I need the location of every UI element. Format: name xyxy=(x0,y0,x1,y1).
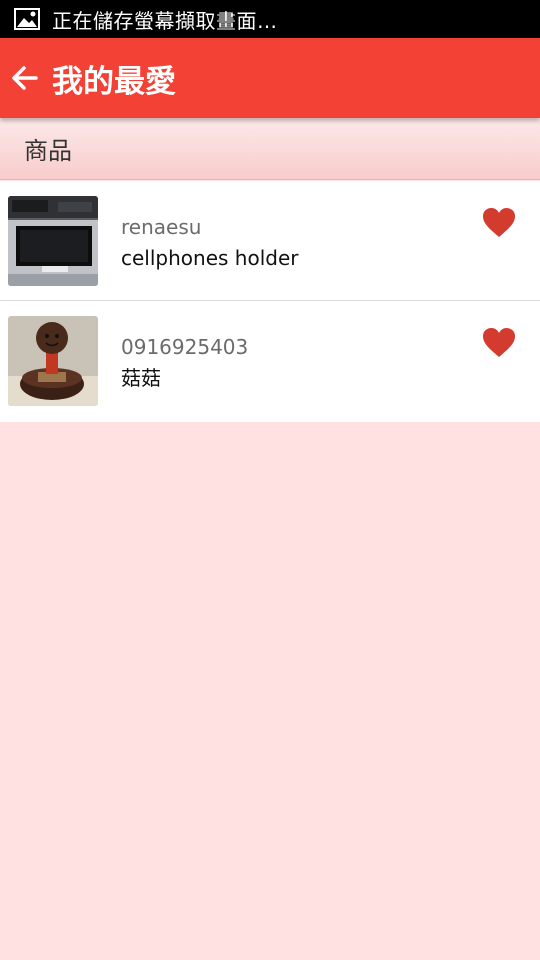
seller-name: renaesu xyxy=(121,215,202,239)
arrow-left-icon xyxy=(12,66,38,90)
app-bar: 我的最愛 xyxy=(0,38,540,118)
product-name: 菇菇 xyxy=(121,366,161,390)
product-thumbnail[interactable] xyxy=(8,196,98,286)
section-header: 商品 xyxy=(0,118,540,180)
list-item[interactable]: 0916925403 菇菇 xyxy=(0,301,540,422)
image-icon xyxy=(14,8,40,30)
heart-icon[interactable] xyxy=(482,207,516,239)
status-bar: 正在儲存螢幕擷取畫面… xyxy=(0,0,540,38)
status-notification-text: 正在儲存螢幕擷取畫面… xyxy=(52,8,278,33)
section-title: 商品 xyxy=(24,137,72,165)
back-button[interactable] xyxy=(0,38,50,118)
seller-name: 0916925403 xyxy=(121,335,249,359)
product-thumbnail[interactable] xyxy=(8,316,98,406)
list-item[interactable]: renaesu cellphones holder xyxy=(0,181,540,301)
favorites-list: renaesu cellphones holder 0916925403 菇菇 xyxy=(0,181,540,422)
page-title: 我的最愛 xyxy=(52,63,176,100)
product-name: cellphones holder xyxy=(121,246,299,270)
heart-icon[interactable] xyxy=(482,327,516,359)
